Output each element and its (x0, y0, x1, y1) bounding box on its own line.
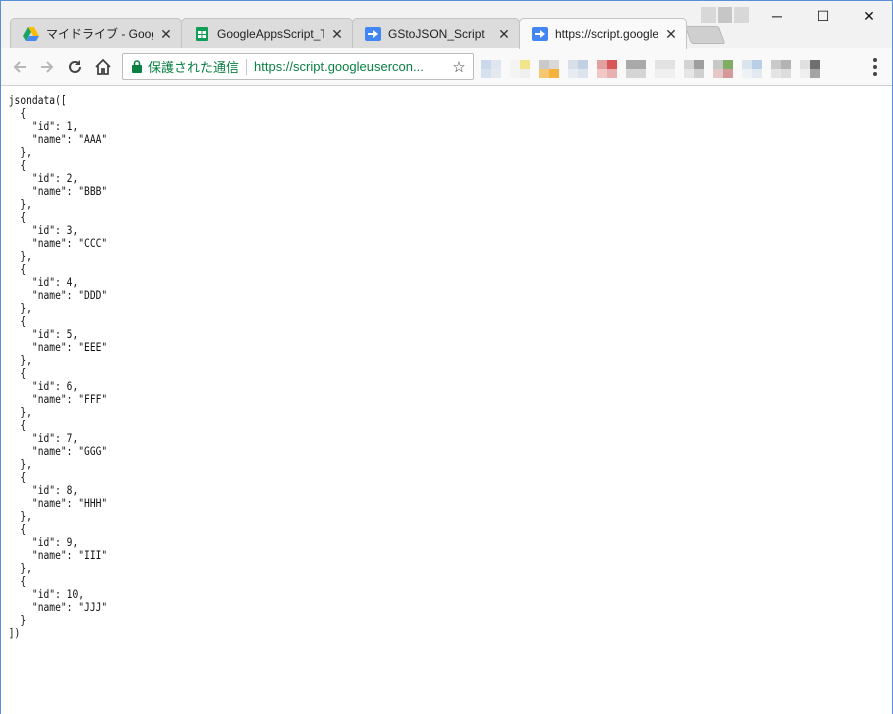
google-sheets-icon (194, 26, 210, 42)
tab-spreadsheet[interactable]: GoogleAppsScript_Test ✕ (181, 18, 353, 48)
close-tab-icon[interactable]: ✕ (664, 27, 678, 41)
new-tab-button[interactable] (684, 26, 726, 44)
back-arrow-icon (13, 61, 26, 73)
extension-icon[interactable] (684, 60, 704, 78)
extension-icon[interactable] (481, 60, 501, 78)
tab-script-editor[interactable]: GStoJSON_Script ✕ (352, 18, 520, 48)
extension-icon[interactable] (626, 60, 646, 78)
tab-title: マイドライブ - Google ドライブ (46, 27, 153, 41)
close-tab-icon[interactable]: ✕ (159, 27, 173, 41)
extension-icon[interactable] (713, 60, 733, 78)
extension-icon[interactable] (742, 60, 762, 78)
tab-title: GStoJSON_Script (388, 26, 485, 41)
browser-window: マイドライブ - Google ドライブ ✕ GoogleAppsScript_… (0, 0, 893, 714)
home-button[interactable] (92, 56, 114, 78)
secure-connection-label[interactable]: 保護された通信 (148, 57, 239, 76)
apps-script-icon (365, 26, 381, 42)
extension-icon[interactable] (655, 60, 675, 78)
tab-strip: マイドライブ - Google ドライブ ✕ GoogleAppsScript_… (1, 1, 892, 49)
divider (246, 58, 248, 75)
reload-button[interactable] (64, 56, 86, 78)
extension-icon[interactable] (568, 60, 588, 78)
extension-icon[interactable] (510, 60, 530, 78)
extension-icon[interactable] (800, 60, 820, 78)
home-icon (95, 58, 111, 75)
profile-name-blurred[interactable] (701, 7, 750, 23)
extensions-bar (481, 60, 829, 80)
reload-icon (69, 60, 81, 73)
extension-icon[interactable] (539, 60, 559, 78)
page-content: jsondata([ { "id": 1, "name": "AAA" }, {… (1, 87, 892, 714)
back-button[interactable] (9, 56, 31, 78)
tab-script-output-active[interactable]: https://script.googleusercontent.com ✕ (519, 18, 687, 49)
apps-script-icon (532, 26, 548, 42)
tab-title: https://script.googleusercontent.com (555, 27, 658, 41)
close-window-button[interactable]: ✕ (846, 1, 892, 31)
google-drive-icon (23, 26, 39, 42)
json-output: jsondata([ { "id": 1, "name": "AAA" }, {… (8, 94, 108, 640)
minimize-button[interactable]: ─ (754, 1, 800, 31)
window-controls: ─ ☐ ✕ (754, 1, 892, 31)
browser-toolbar: 保護された通信 https://script.googleusercon... … (1, 48, 892, 86)
lock-icon[interactable] (129, 60, 145, 73)
tab-google-drive[interactable]: マイドライブ - Google ドライブ ✕ (10, 18, 182, 48)
forward-arrow-icon (41, 61, 54, 73)
maximize-button[interactable]: ☐ (800, 1, 846, 31)
extension-icon[interactable] (771, 60, 791, 78)
address-bar[interactable]: 保護された通信 https://script.googleusercon... … (122, 53, 474, 80)
extension-icon[interactable] (597, 60, 617, 78)
close-tab-icon[interactable]: ✕ (330, 27, 344, 41)
close-tab-icon[interactable]: ✕ (497, 27, 511, 41)
url-text[interactable]: https://script.googleusercon... (254, 59, 449, 74)
forward-button[interactable] (36, 56, 58, 78)
bookmark-star-icon[interactable]: ☆ (449, 58, 469, 76)
tab-title: GoogleAppsScript_Test (217, 26, 324, 41)
chrome-menu-icon[interactable] (867, 57, 883, 77)
